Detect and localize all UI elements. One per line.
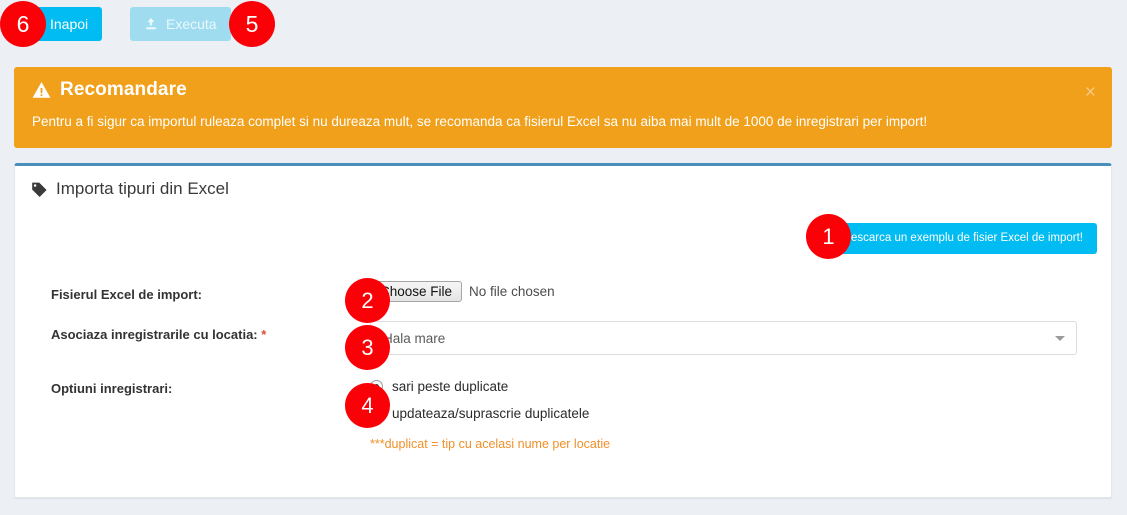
duplicate-options-group: sari peste duplicate updateaza/suprascri…: [370, 375, 1077, 451]
location-select-value: Hala mare: [383, 330, 446, 346]
file-row: Fisierul Excel de import: Choose File No…: [15, 281, 1111, 302]
location-row: Asociaza inregistrarile cu locatia: * Ha…: [15, 321, 1111, 355]
duplicate-help-text: ***duplicat = tip cu acelasi nume per lo…: [370, 437, 611, 451]
close-icon[interactable]: ×: [1081, 81, 1100, 104]
import-panel: Importa tipuri din Excel Descarca un exe…: [14, 163, 1112, 498]
location-control: Hala mare: [370, 321, 1111, 355]
file-status-text: No file chosen: [469, 284, 555, 299]
annotation-badge-4: 4: [345, 383, 390, 428]
annotation-badge-6: 6: [0, 1, 46, 47]
warning-triangle-icon: [32, 81, 51, 99]
file-control: Choose File No file chosen: [370, 281, 1111, 302]
alert-title-text: Recomandare: [60, 79, 187, 100]
location-label-text: Asociaza inregistrarile cu locatia:: [51, 327, 258, 342]
alert-title-row: Recomandare: [32, 79, 1096, 101]
page-root: Inapoi Executa Recomandare Pentru a fi s…: [0, 0, 1127, 515]
back-button-label: Inapoi: [50, 16, 89, 32]
radio-skip-duplicates[interactable]: sari peste duplicate: [370, 379, 1077, 394]
location-select[interactable]: Hala mare: [370, 321, 1077, 355]
file-label: Fisierul Excel de import:: [51, 287, 202, 302]
location-label: Asociaza inregistrarile cu locatia: *: [15, 321, 370, 342]
radio-update-duplicates[interactable]: updateaza/suprascrie duplicatele: [370, 406, 1077, 421]
top-toolbar: Inapoi Executa: [0, 0, 1127, 48]
download-sample-button[interactable]: Descarca un exemplu de fisier Excel de i…: [828, 223, 1097, 254]
panel-header: Importa tipuri din Excel: [15, 166, 1111, 199]
required-marker: *: [261, 327, 267, 342]
radio-update-duplicates-label: updateaza/suprascrie duplicatele: [392, 406, 590, 421]
recommendation-alert: Recomandare Pentru a fi sigur ca importu…: [14, 67, 1112, 148]
file-input[interactable]: Choose File No file chosen: [370, 281, 555, 302]
execute-button-label: Executa: [166, 16, 217, 32]
annotation-badge-2: 2: [345, 278, 390, 323]
annotation-badge-1: 1: [806, 214, 851, 259]
alert-body-text: Pentru a fi sigur ca importul ruleaza co…: [32, 114, 928, 129]
options-control: sari peste duplicate updateaza/suprascri…: [370, 375, 1111, 451]
annotation-badge-5: 5: [229, 1, 275, 47]
import-form: Fisierul Excel de import: Choose File No…: [15, 281, 1111, 451]
chevron-down-icon: [1055, 336, 1065, 341]
options-row: Optiuni inregistrari: sari peste duplica…: [15, 375, 1111, 451]
radio-skip-duplicates-label: sari peste duplicate: [392, 379, 509, 394]
upload-icon: [144, 17, 158, 31]
options-label: Optiuni inregistrari:: [51, 381, 173, 396]
page-title: Importa tipuri din Excel: [56, 179, 229, 198]
execute-button[interactable]: Executa: [130, 7, 231, 41]
annotation-badge-3: 3: [345, 325, 390, 370]
tag-icon: [31, 181, 48, 198]
